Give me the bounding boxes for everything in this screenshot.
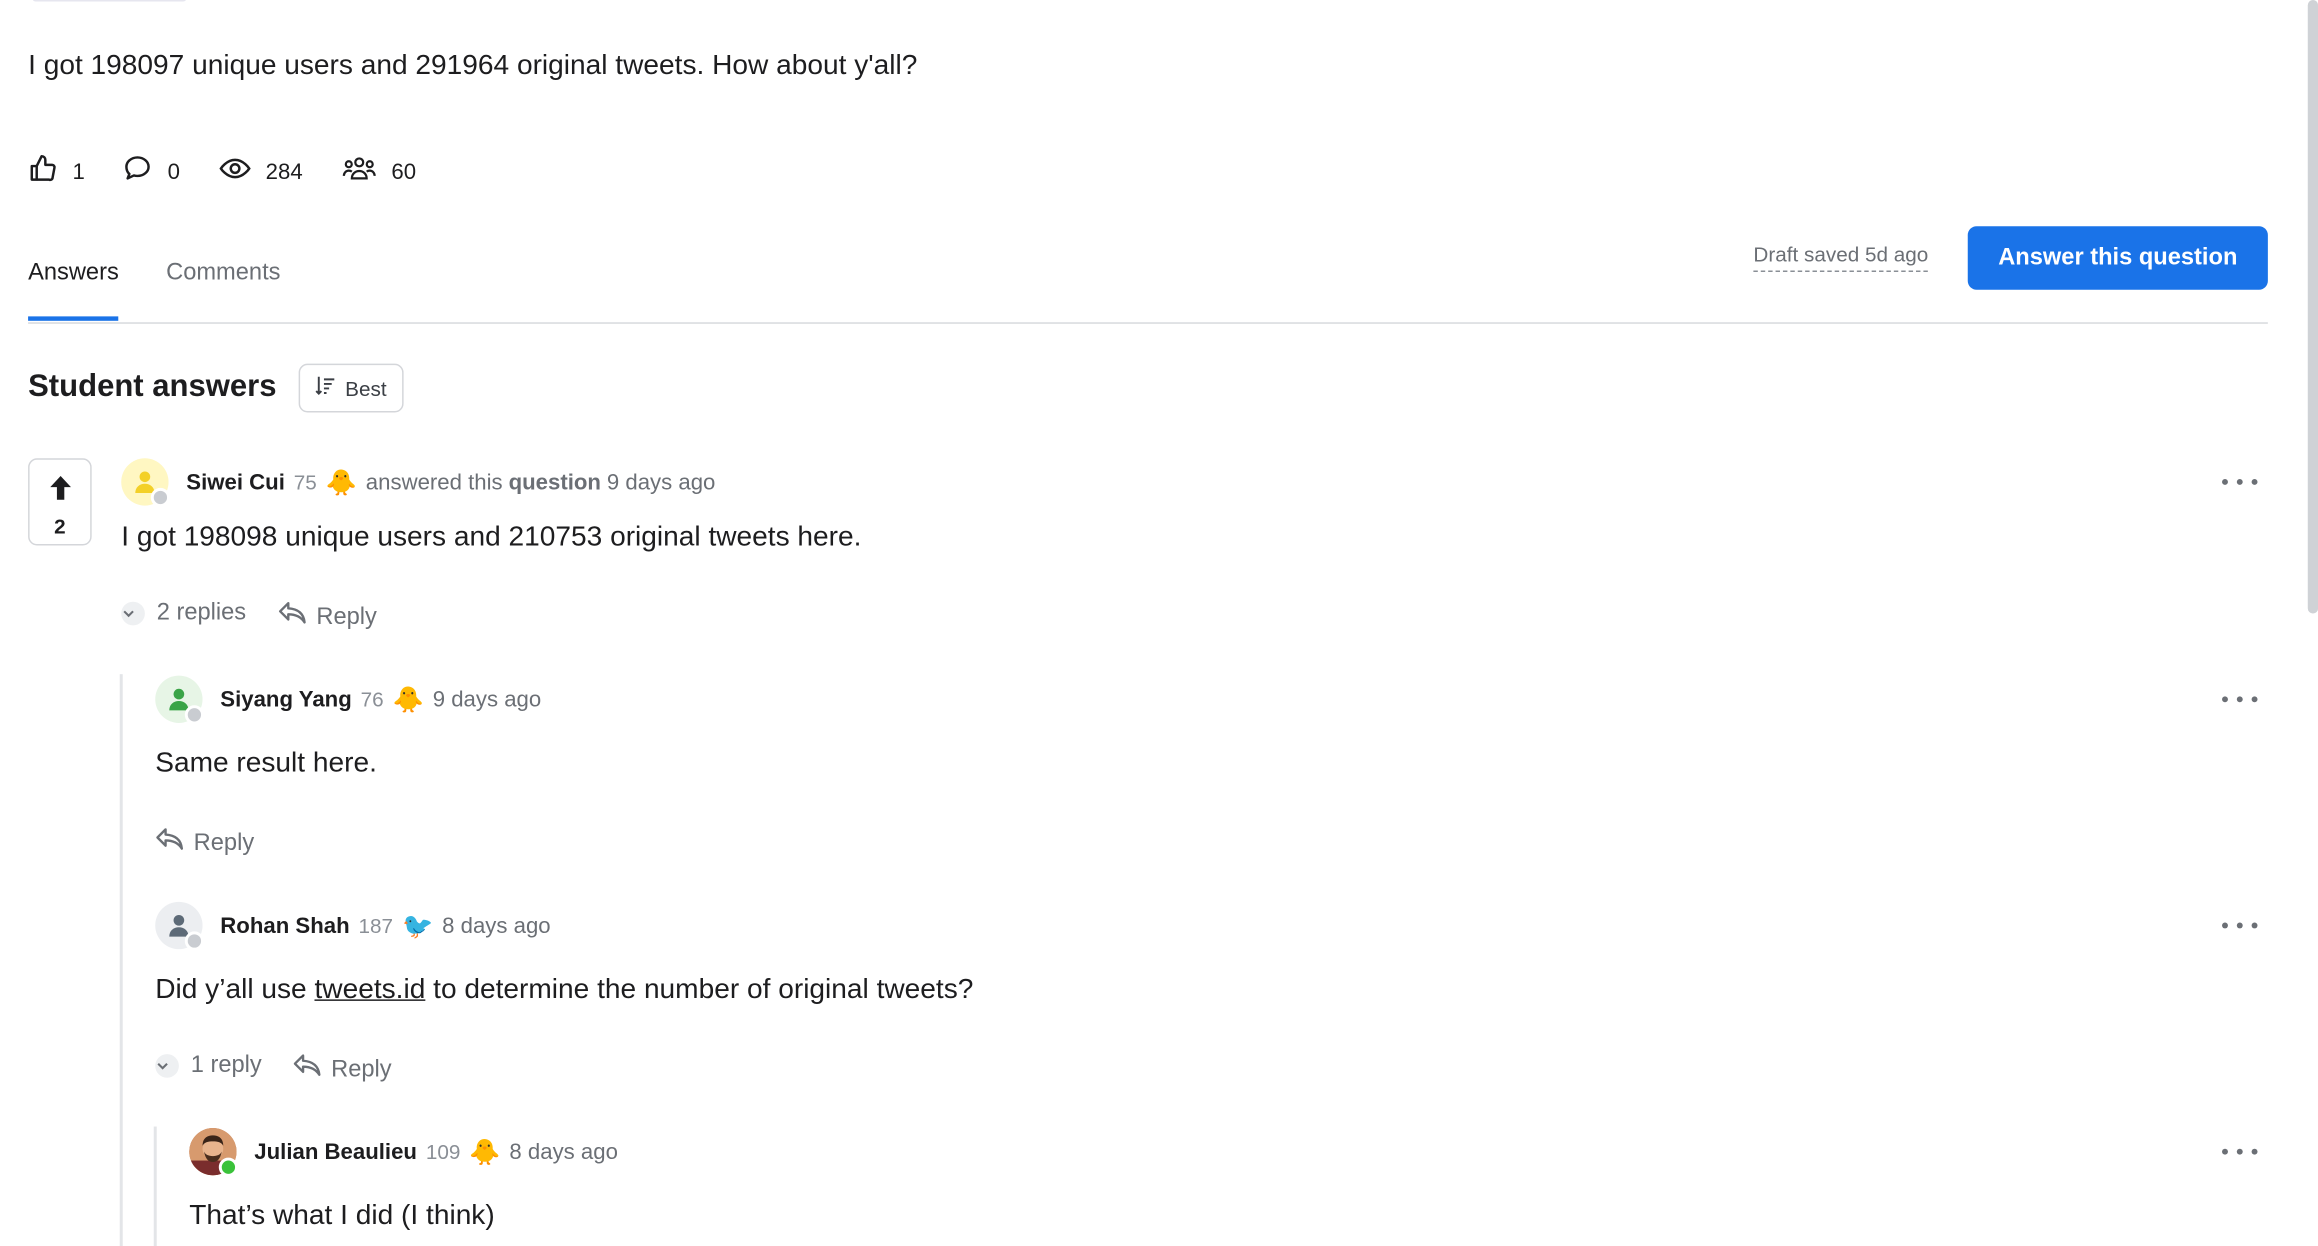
more-options-button[interactable] <box>2222 917 2258 935</box>
comments-count: 0 <box>167 158 180 185</box>
status-dot <box>184 705 205 725</box>
avatar[interactable] <box>189 1128 239 1177</box>
reply-label: Reply <box>316 603 377 630</box>
reply-meta: Julian Beaulieu 109 🐥 8 days ago <box>254 1137 618 1167</box>
avatar[interactable] <box>155 901 205 951</box>
author-name[interactable]: Siyang Yang <box>220 687 351 712</box>
sort-button[interactable]: Best <box>298 363 404 413</box>
avatar[interactable] <box>155 675 205 725</box>
thumbs-up-icon <box>28 154 72 189</box>
likes-count: 1 <box>72 158 85 185</box>
draft-status-link[interactable]: Draft saved 5d ago <box>1753 242 1929 273</box>
reply-arrow-icon <box>155 826 193 860</box>
timestamp: 8 days ago <box>442 912 551 939</box>
replies-toggle-label: 2 replies <box>156 600 247 626</box>
comments-stat[interactable]: 0 <box>123 154 180 189</box>
eye-icon <box>218 154 265 189</box>
timestamp: 9 days ago <box>432 686 542 712</box>
reply-button[interactable]: Reply <box>293 1053 392 1087</box>
replies-toggle-label: 1 reply <box>190 1052 262 1078</box>
avatar[interactable] <box>121 458 171 508</box>
online-status-dot <box>218 1157 239 1177</box>
answer-text: I got 198098 unique users and 210753 ori… <box>121 521 862 553</box>
reputation: 109 <box>425 1139 461 1164</box>
status-dot <box>150 487 171 508</box>
section-title: Student answers <box>28 369 277 404</box>
vote-count: 2 <box>54 514 66 539</box>
timestamp: 8 days ago <box>509 1139 618 1165</box>
tab-divider <box>28 322 2268 324</box>
more-options-button[interactable] <box>2222 690 2258 708</box>
chevron-down-icon <box>121 601 145 626</box>
reply-text: That’s what I did (I think) <box>189 1200 495 1232</box>
answer-meta: Siwei Cui 75 🐥 answered this question 9 … <box>186 467 715 497</box>
views-count: 284 <box>265 158 303 185</box>
status-dot <box>184 931 205 951</box>
bird-badge-icon: 🐦 <box>401 911 434 940</box>
timestamp: 9 days ago <box>606 469 716 495</box>
tab-answers[interactable]: Answers <box>28 260 119 321</box>
chevron-down-icon <box>155 1054 179 1078</box>
group-icon <box>341 154 391 189</box>
question-stats: 1 0 284 60 <box>28 154 454 189</box>
question-text: I got 198097 unique users and 291964 ori… <box>28 50 918 82</box>
followers-stat: 60 <box>341 154 416 189</box>
answer-question-button[interactable]: Answer this question <box>1967 226 2268 290</box>
reply-button[interactable]: Reply <box>155 826 254 860</box>
tweets-id-link[interactable]: tweets.id <box>314 974 425 1005</box>
author-name[interactable]: Siwei Cui <box>186 469 285 494</box>
action-prefix: answered this <box>365 469 503 495</box>
reply-label: Reply <box>193 830 255 856</box>
nested-thread-line <box>153 1126 157 1246</box>
replies-toggle[interactable]: 1 reply <box>155 1052 262 1080</box>
replies-toggle[interactable]: 2 replies <box>121 600 246 627</box>
reply-text-before: Did y’all use <box>155 974 315 1006</box>
comment-bubble-icon <box>123 154 167 189</box>
reply-text: Did y’all use tweets.id to determine the… <box>155 974 973 1007</box>
reply-button[interactable]: Reply <box>278 600 377 634</box>
reputation: 187 <box>358 913 394 938</box>
reply-arrow-icon <box>278 600 316 634</box>
chick-badge-icon: 🐥 <box>392 685 424 714</box>
likes-stat[interactable]: 1 <box>28 154 85 189</box>
arrow-up-icon <box>48 475 72 509</box>
upvote-button[interactable]: 2 <box>28 458 92 546</box>
views-stat: 284 <box>218 154 303 189</box>
reply-meta: Siyang Yang 76 🐥 9 days ago <box>220 684 541 714</box>
tab-comments[interactable]: Comments <box>166 260 280 321</box>
reply-text: Same result here. <box>155 748 377 780</box>
reply-arrow-icon <box>293 1053 331 1087</box>
tab-bar: Answers Comments <box>28 260 328 321</box>
sort-icon <box>316 376 346 401</box>
reply-label: Reply <box>331 1056 392 1082</box>
chick-badge-icon: 🐥 <box>469 1137 501 1166</box>
reply-meta: Rohan Shah 187 🐦 8 days ago <box>220 911 550 941</box>
chick-badge-icon: 🐥 <box>325 467 357 497</box>
action-object: question <box>508 469 601 495</box>
followers-count: 60 <box>391 158 417 185</box>
reputation: 76 <box>360 687 384 712</box>
more-options-button[interactable] <box>2222 473 2258 491</box>
discussion-page: I got 198097 unique users and 291964 ori… <box>0 0 2318 1246</box>
sort-label: Best <box>345 376 387 400</box>
more-options-button[interactable] <box>2222 1143 2258 1161</box>
thread-line <box>119 674 123 1246</box>
scrollbar[interactable] <box>2307 0 2318 614</box>
author-name[interactable]: Julian Beaulieu <box>254 1139 417 1164</box>
reply-text-after: to determine the number of original twee… <box>425 974 974 1006</box>
reputation: 75 <box>293 470 317 494</box>
author-name[interactable]: Rohan Shah <box>220 913 349 938</box>
top-decoration <box>32 0 187 2</box>
